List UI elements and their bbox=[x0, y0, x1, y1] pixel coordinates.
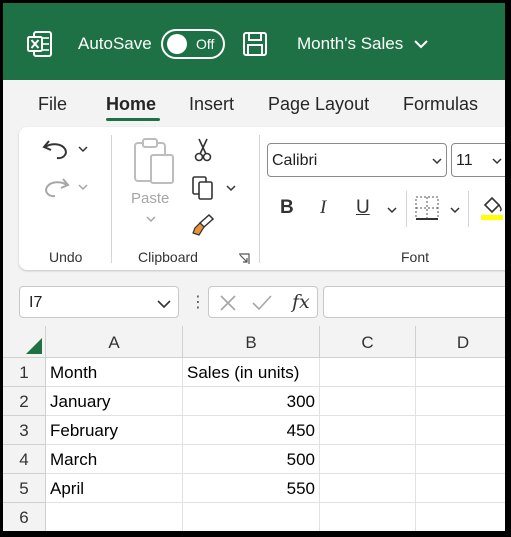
dialog-launcher-icon[interactable] bbox=[238, 253, 250, 265]
chevron-down-icon bbox=[492, 158, 502, 165]
cell-b6[interactable] bbox=[183, 503, 320, 531]
redo-dropdown-icon[interactable] bbox=[78, 183, 88, 191]
italic-button[interactable]: I bbox=[320, 197, 326, 219]
group-separator bbox=[259, 135, 260, 263]
autosave-label: AutoSave bbox=[78, 34, 152, 53]
underline-dropdown-icon[interactable] bbox=[387, 206, 397, 214]
cell-a1[interactable]: Month bbox=[46, 358, 183, 387]
cell-d1[interactable] bbox=[416, 358, 505, 387]
tab-insert[interactable]: Insert bbox=[189, 94, 234, 115]
title-bar: AutoSave Off Month's Sales bbox=[3, 3, 505, 80]
select-all-triangle-icon bbox=[26, 338, 42, 354]
format-painter-icon[interactable] bbox=[191, 213, 215, 237]
row-header-3[interactable]: 3 bbox=[3, 416, 46, 445]
font-name-value: Calibri bbox=[272, 152, 318, 169]
undo-icon[interactable] bbox=[41, 137, 71, 161]
cancel-icon[interactable] bbox=[219, 294, 237, 312]
autosave-state: Off bbox=[196, 36, 215, 52]
cell-c1[interactable] bbox=[320, 358, 416, 387]
cell-a6[interactable] bbox=[46, 503, 183, 531]
excel-logo-icon[interactable] bbox=[27, 29, 53, 59]
ribbon-tabs: File Home Insert Page Layout Formulas bbox=[3, 80, 505, 124]
group-label-font: Font bbox=[401, 249, 430, 265]
column-header-a[interactable]: A bbox=[46, 326, 183, 358]
tab-formulas[interactable]: Formulas bbox=[403, 94, 478, 115]
font-size-value: 11 bbox=[456, 152, 473, 169]
cell-a4[interactable]: March bbox=[46, 445, 183, 474]
underline-button[interactable]: U bbox=[356, 197, 370, 219]
ribbon: Undo Paste Clipboard Calibri 11 B I U Fo… bbox=[19, 127, 505, 270]
cell-d6[interactable] bbox=[416, 503, 505, 531]
chevron-down-icon bbox=[432, 158, 442, 165]
column-header-d[interactable]: D bbox=[416, 326, 505, 358]
tab-home[interactable]: Home bbox=[106, 94, 156, 115]
column-header-b[interactable]: B bbox=[183, 326, 320, 358]
cell-c2[interactable] bbox=[320, 387, 416, 416]
fill-color-icon[interactable] bbox=[479, 193, 505, 221]
borders-dropdown-icon[interactable] bbox=[450, 206, 460, 214]
tab-file[interactable]: File bbox=[38, 94, 67, 115]
font-name-select[interactable]: Calibri bbox=[267, 143, 447, 177]
bold-button[interactable]: B bbox=[280, 197, 294, 219]
cell-d4[interactable] bbox=[416, 445, 505, 474]
cell-d2[interactable] bbox=[416, 387, 505, 416]
group-label-clipboard: Clipboard bbox=[138, 249, 198, 265]
cell-c6[interactable] bbox=[320, 503, 416, 531]
format-separator bbox=[406, 191, 407, 227]
group-separator bbox=[111, 135, 112, 263]
row-header-1[interactable]: 1 bbox=[3, 358, 46, 387]
cell-b2[interactable]: 300 bbox=[183, 387, 320, 416]
insert-function-button[interactable]: fx bbox=[292, 291, 310, 313]
format-separator bbox=[468, 191, 469, 227]
font-size-select[interactable]: 11 bbox=[451, 143, 505, 177]
cell-a3[interactable]: February bbox=[46, 416, 183, 445]
row-header-5[interactable]: 5 bbox=[3, 474, 46, 503]
column-header-c[interactable]: C bbox=[320, 326, 416, 358]
row-header-2[interactable]: 2 bbox=[3, 387, 46, 416]
row-header-4[interactable]: 4 bbox=[3, 445, 46, 474]
select-all-corner[interactable] bbox=[3, 326, 46, 358]
paste-dropdown-icon[interactable] bbox=[146, 215, 156, 223]
undo-dropdown-icon[interactable] bbox=[78, 145, 88, 153]
cell-b5[interactable]: 550 bbox=[183, 474, 320, 503]
document-title[interactable]: Month's Sales bbox=[297, 34, 403, 54]
formula-tools: fx bbox=[208, 286, 318, 318]
save-icon[interactable] bbox=[242, 31, 268, 57]
cell-c3[interactable] bbox=[320, 416, 416, 445]
worksheet-grid: A B C D 1 2 3 4 5 6 Month Sales (in unit… bbox=[3, 326, 505, 531]
formula-bar: I7 ⋮ fx bbox=[3, 278, 505, 322]
chevron-down-icon[interactable] bbox=[414, 39, 428, 49]
group-label-undo: Undo bbox=[49, 249, 83, 265]
cell-a2[interactable]: January bbox=[46, 387, 183, 416]
chevron-down-icon[interactable] bbox=[157, 299, 171, 309]
excel-window: AutoSave Off Month's Sales File Home Ins… bbox=[3, 3, 505, 531]
formula-input[interactable] bbox=[323, 286, 505, 318]
enter-icon[interactable] bbox=[251, 294, 273, 312]
name-box[interactable]: I7 bbox=[19, 286, 179, 318]
cell-c5[interactable] bbox=[320, 474, 416, 503]
cell-a5[interactable]: April bbox=[46, 474, 183, 503]
active-tab-indicator bbox=[106, 118, 160, 121]
tab-page-layout[interactable]: Page Layout bbox=[268, 94, 369, 115]
cell-d5[interactable] bbox=[416, 474, 505, 503]
copy-dropdown-icon[interactable] bbox=[226, 184, 236, 192]
toggle-knob bbox=[167, 34, 187, 54]
autosave-toggle[interactable]: Off bbox=[161, 29, 225, 59]
cell-b4[interactable]: 500 bbox=[183, 445, 320, 474]
paste-button[interactable]: Paste bbox=[131, 190, 169, 207]
cut-icon[interactable] bbox=[192, 137, 214, 163]
borders-icon[interactable] bbox=[414, 195, 440, 221]
cell-b1[interactable]: Sales (in units) bbox=[183, 358, 320, 387]
paste-icon[interactable] bbox=[131, 137, 177, 185]
cell-b3[interactable]: 450 bbox=[183, 416, 320, 445]
copy-icon[interactable] bbox=[191, 175, 215, 201]
more-options-icon[interactable]: ⋮ bbox=[190, 292, 206, 312]
row-header-6[interactable]: 6 bbox=[3, 503, 46, 531]
cell-d3[interactable] bbox=[416, 416, 505, 445]
cell-c4[interactable] bbox=[320, 445, 416, 474]
redo-icon[interactable] bbox=[41, 175, 71, 199]
name-box-value: I7 bbox=[29, 294, 43, 311]
